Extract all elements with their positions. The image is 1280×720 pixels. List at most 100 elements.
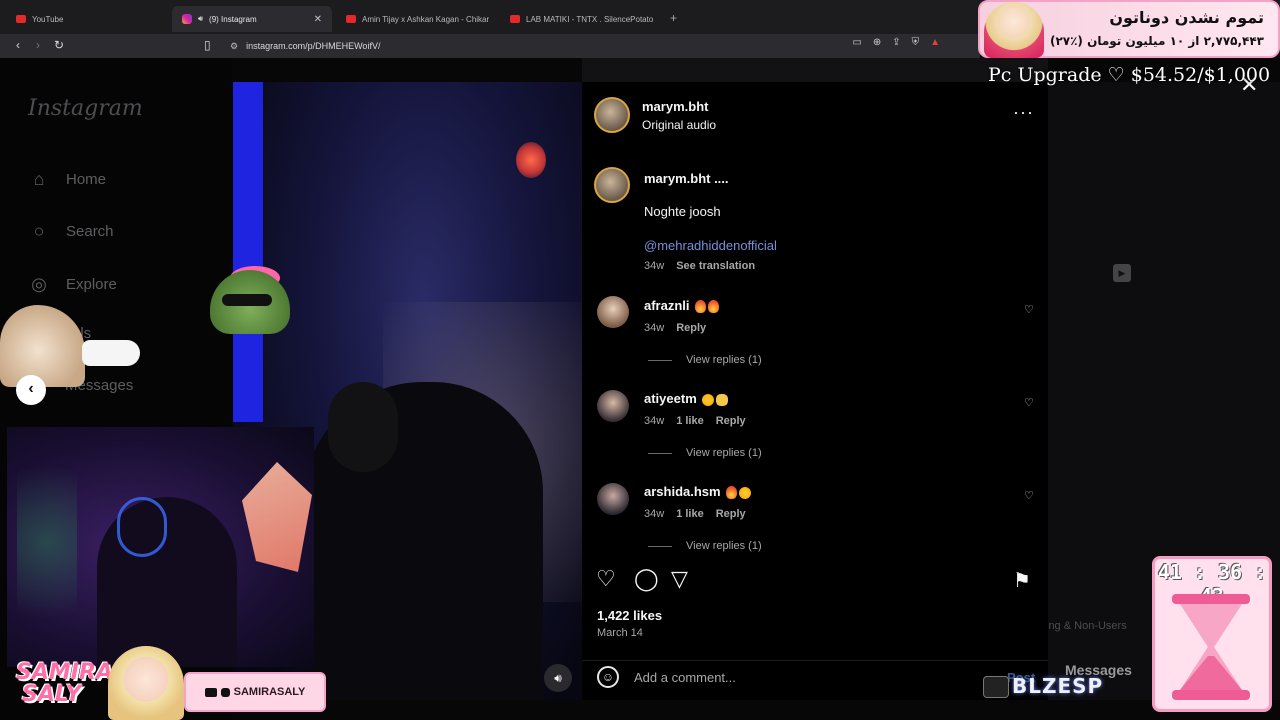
caption-username[interactable]: marym.bht .... (644, 171, 729, 186)
home-icon: ⌂ (33, 168, 45, 189)
like-comment-icon[interactable]: ♡ (1024, 489, 1034, 502)
social-handle: SAMIRASALY (233, 686, 306, 698)
tab-instagram[interactable]: 🔊︎ (9) Instagram ✕ (172, 6, 332, 32)
comment-meta: 34w Reply (644, 322, 706, 334)
sidebar-item-label: Home (66, 170, 107, 188)
forward-icon[interactable]: › (36, 38, 40, 52)
video-blue-light (233, 82, 263, 422)
comment-meta: 34w 1 like Reply (644, 508, 746, 520)
comment-avatar[interactable] (597, 483, 629, 515)
comment-row: arshida.hsm (644, 484, 752, 500)
sidebar-item-label: Search (66, 222, 114, 240)
comment-row: atiyeetm (644, 391, 729, 406)
add-comment-input[interactable] (634, 668, 954, 686)
likes-count[interactable]: 1,422 likes (597, 608, 662, 623)
browser-navbar: ‹ › ↻ ▯ ⚙ instagram.com/p/DHMEHEWoifV/ ▭… (0, 34, 980, 58)
view-replies-label: View replies (1) (686, 447, 762, 459)
caption-avatar[interactable] (594, 167, 630, 203)
like-comment-icon[interactable]: ♡ (1024, 396, 1034, 409)
close-tab-icon[interactable]: ✕ (314, 14, 322, 25)
star-eyes-emoji-icon (739, 486, 752, 499)
more-options-icon[interactable]: ··· (1013, 102, 1034, 123)
view-replies-button[interactable]: View replies (1) (648, 447, 762, 459)
replies-divider (648, 359, 672, 361)
reply-link[interactable]: Reply (676, 322, 706, 334)
bookmark-page-icon[interactable]: ▯ (204, 38, 211, 52)
view-replies-button[interactable]: View replies (1) (648, 354, 762, 366)
streamer-name-line1: SAMIRA (16, 660, 113, 685)
address-bar-actions: ▭ ⊕ ⇪ ⛨ ▲ (852, 37, 940, 48)
comment-avatar[interactable] (597, 390, 629, 422)
tab-label: LAB MATIKI - TNTX . SilencePotato (526, 14, 654, 24)
replies-divider (648, 452, 672, 454)
comment-avatar[interactable] (597, 296, 629, 328)
alert-icon[interactable]: ▲ (930, 37, 940, 48)
webcam-overlay (7, 427, 314, 667)
comment-row: afraznli (644, 298, 720, 314)
compass-icon: ◎ (31, 273, 47, 294)
comment-icon[interactable]: ◯ (634, 566, 659, 592)
post-audio[interactable]: Original audio (642, 118, 716, 132)
view-replies-button[interactable]: View replies (1) (648, 540, 762, 552)
reload-icon[interactable]: ↻ (54, 38, 64, 52)
tab-lab-matiki[interactable]: LAB MATIKI - TNTX . SilencePotato (500, 6, 660, 32)
sidebar-item-search[interactable]: ○ Search (28, 220, 114, 242)
streamer-name-line2: SALY (22, 682, 82, 707)
save-post-icon[interactable]: ⚑ (1013, 568, 1031, 593)
like-post-icon[interactable]: ♡ (596, 566, 616, 592)
clap-emoji-icon (716, 393, 729, 406)
post-author[interactable]: marym.bht (642, 99, 708, 114)
caption-time: 34w (644, 260, 665, 272)
comment-username[interactable]: atiyeetm (644, 391, 697, 406)
sidebar-item-home[interactable]: ⌂ Home (28, 168, 106, 190)
site-info-icon[interactable]: ⚙ (230, 41, 238, 52)
tab-amin-tijay[interactable]: Amin Tijay x Ashkan Kagan - Chikar (336, 6, 496, 32)
footer-link-non-users[interactable]: ing & Non-Users (1046, 620, 1127, 632)
reply-link[interactable]: Reply (716, 415, 746, 427)
comment-username[interactable]: arshida.hsm (644, 484, 721, 499)
share-icon[interactable]: ⇪ (892, 37, 900, 48)
shield-icon[interactable]: ⛨ (912, 37, 920, 48)
zoom-icon[interactable]: ⊕ (873, 37, 881, 48)
video-person-head (328, 382, 398, 472)
new-tab-icon[interactable]: + (670, 11, 677, 25)
address-bar[interactable]: ⚙ instagram.com/p/DHMEHEWoifV/ (222, 36, 942, 56)
like-comment-icon[interactable]: ♡ (1024, 303, 1034, 316)
comment-likes[interactable]: 1 like (676, 415, 704, 427)
back-arrow-icon[interactable]: ‹ (16, 375, 46, 405)
fire-emoji-icon (695, 300, 707, 314)
comment-likes[interactable]: 1 like (676, 508, 704, 520)
cast-icon[interactable]: ▭ (852, 37, 861, 48)
back-icon[interactable]: ‹ (16, 38, 20, 52)
replies-divider (648, 545, 672, 547)
instagram-icon (220, 687, 230, 697)
caption-mention[interactable]: @mehradhiddenofficial (644, 238, 777, 253)
play-icon: ▶ (1113, 264, 1131, 282)
instagram-icon (182, 14, 192, 24)
background-strip (582, 58, 1048, 82)
streamer-character (108, 646, 184, 720)
see-translation-link[interactable]: See translation (676, 260, 755, 272)
comment-time: 34w (644, 322, 665, 334)
reply-link[interactable]: Reply (716, 508, 746, 520)
pointing-hand-sticker (82, 340, 140, 366)
tab-youtube[interactable]: YouTube (6, 6, 170, 32)
post-date: March 14 (597, 627, 643, 639)
mute-button[interactable]: 🔊︎ (544, 664, 572, 692)
view-replies-label: View replies (1) (686, 354, 762, 366)
search-icon: ○ (33, 220, 45, 241)
emoji-picker-icon[interactable]: ☺ (597, 666, 619, 688)
tab-label: (9) Instagram (209, 14, 257, 24)
star-eyes-emoji-icon (702, 393, 715, 406)
donation-title: تموم نشدن دوناتون (1109, 8, 1264, 27)
social-handle-tag: SAMIRASALY (184, 672, 326, 712)
instagram-logo[interactable]: Instagram (28, 96, 143, 121)
author-avatar[interactable] (594, 97, 630, 133)
comment-username[interactable]: afraznli (644, 298, 690, 313)
sidebar-item-explore[interactable]: ◎ Explore (28, 273, 117, 295)
fire-emoji-icon (708, 300, 720, 314)
share-post-icon[interactable]: ▽ (671, 566, 688, 592)
youtube-icon (16, 15, 26, 23)
comment-meta: 34w 1 like Reply (644, 415, 746, 427)
caption-meta: 34w See translation (644, 260, 755, 272)
